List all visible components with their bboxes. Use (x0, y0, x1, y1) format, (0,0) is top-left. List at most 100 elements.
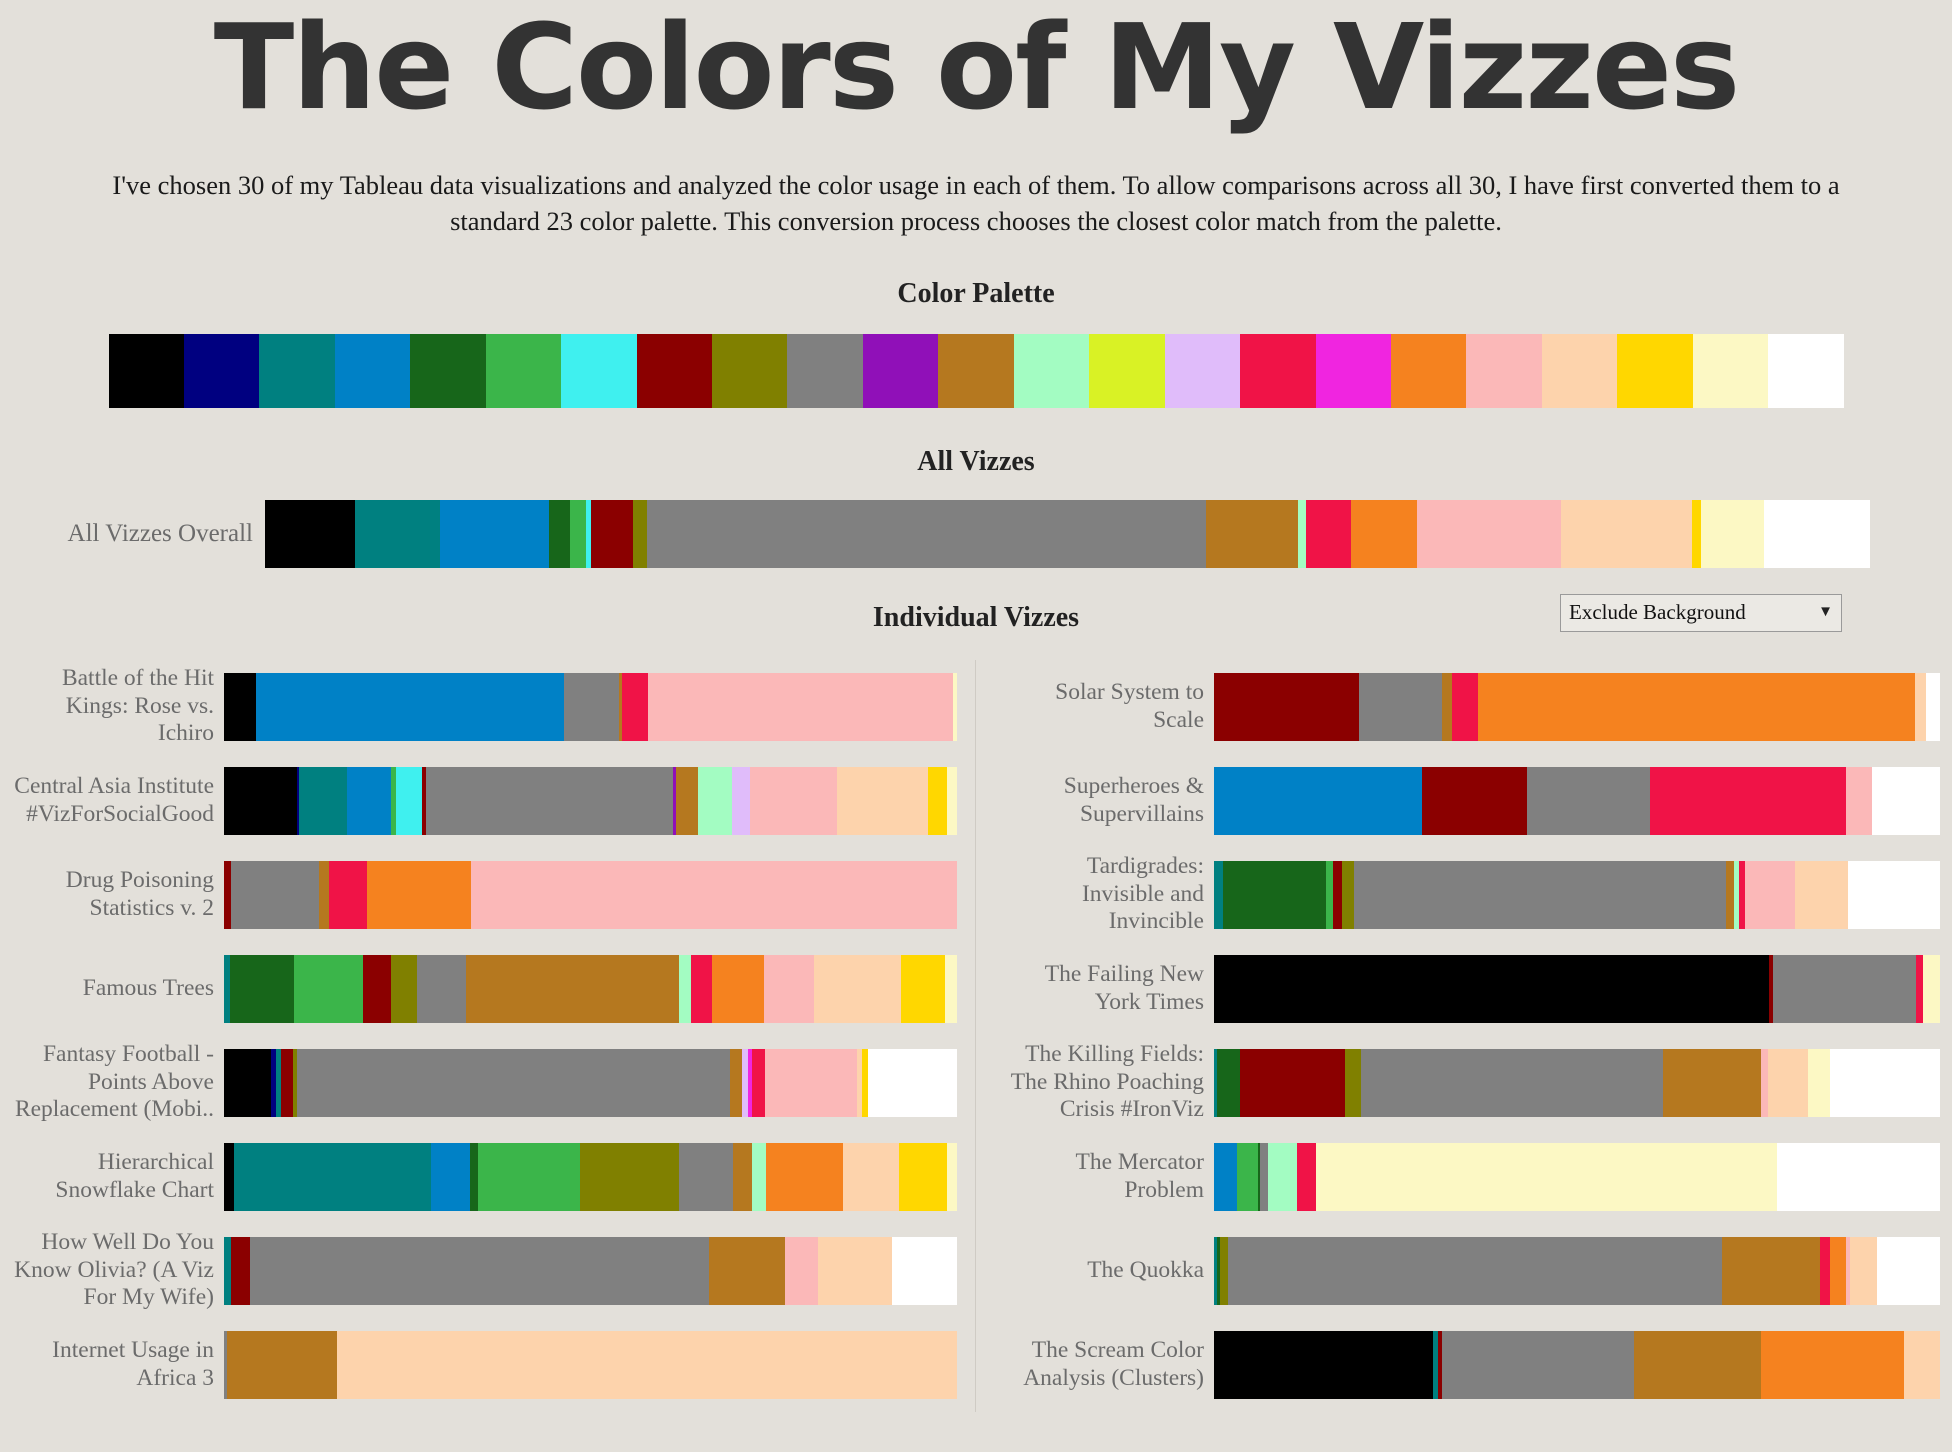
viz-stacked-bar[interactable] (224, 1236, 957, 1305)
bar-segment[interactable] (256, 672, 565, 741)
palette-swatch-cream[interactable] (1692, 333, 1769, 408)
bar-segment[interactable] (265, 499, 355, 568)
bar-segment[interactable] (1341, 860, 1355, 929)
palette-swatch-black[interactable] (108, 333, 184, 408)
bar-segment[interactable] (564, 672, 620, 741)
bar-segment[interactable] (1903, 1330, 1940, 1399)
palette-swatch-gold[interactable] (1617, 333, 1693, 408)
bar-segment[interactable] (234, 1142, 431, 1211)
palette-swatch-mint[interactable] (1013, 333, 1090, 408)
bar-segment[interactable] (647, 499, 1207, 568)
bar-segment[interactable] (296, 1048, 730, 1117)
bar-segment[interactable] (336, 1330, 957, 1399)
palette-swatch-orange[interactable] (1390, 333, 1467, 408)
viz-stacked-bar[interactable] (1214, 672, 1940, 741)
bar-segment[interactable] (1926, 672, 1940, 741)
bar-segment[interactable] (319, 860, 329, 929)
bar-segment[interactable] (1306, 499, 1351, 568)
bar-segment[interactable] (224, 860, 232, 929)
bar-segment[interactable] (477, 1142, 581, 1211)
bar-segment[interactable] (470, 1142, 478, 1211)
bar-segment[interactable] (1206, 499, 1298, 568)
bar-segment[interactable] (899, 1142, 947, 1211)
bar-segment[interactable] (294, 954, 364, 1023)
bar-segment[interactable] (765, 1142, 843, 1211)
bar-segment[interactable] (711, 954, 764, 1023)
bar-segment[interactable] (1923, 954, 1940, 1023)
bar-segment[interactable] (470, 860, 957, 929)
bar-segment[interactable] (1914, 672, 1927, 741)
bar-segment[interactable] (698, 766, 732, 835)
all-vizzes-stacked-bar[interactable] (265, 499, 1870, 568)
bar-segment[interactable] (868, 1048, 957, 1117)
bar-segment[interactable] (1297, 499, 1306, 568)
viz-stacked-bar[interactable] (224, 672, 957, 741)
palette-swatch-brown[interactable] (938, 333, 1014, 408)
palette-swatch-light-violet[interactable] (1164, 333, 1241, 408)
bar-segment[interactable] (732, 1142, 752, 1211)
bar-segment[interactable] (366, 860, 471, 929)
bar-segment[interactable] (1296, 1142, 1316, 1211)
bar-segment[interactable] (1745, 860, 1795, 929)
viz-stacked-bar[interactable] (1214, 1142, 1940, 1211)
bar-segment[interactable] (1240, 1048, 1346, 1117)
viz-stacked-bar[interactable] (224, 860, 957, 929)
viz-stacked-bar[interactable] (224, 1048, 957, 1117)
bar-segment[interactable] (813, 954, 902, 1023)
bar-segment[interactable] (426, 766, 673, 835)
bar-segment[interactable] (1441, 1330, 1635, 1399)
viz-stacked-bar[interactable] (1214, 1236, 1940, 1305)
bar-segment[interactable] (1478, 672, 1915, 741)
bar-segment[interactable] (580, 1142, 680, 1211)
bar-segment[interactable] (953, 672, 957, 741)
bar-segment[interactable] (280, 1048, 293, 1117)
bar-segment[interactable] (1763, 499, 1870, 568)
bar-segment[interactable] (928, 766, 948, 835)
bar-segment[interactable] (1216, 1048, 1241, 1117)
bar-segment[interactable] (224, 1142, 235, 1211)
viz-stacked-bar[interactable] (1214, 954, 1940, 1023)
bar-segment[interactable] (1877, 1236, 1940, 1305)
bar-segment[interactable] (1237, 1142, 1258, 1211)
bar-segment[interactable] (1662, 1048, 1761, 1117)
bar-segment[interactable] (648, 672, 954, 741)
viz-stacked-bar[interactable] (224, 954, 957, 1023)
viz-stacked-bar[interactable] (224, 1142, 957, 1211)
viz-stacked-bar[interactable] (1214, 1048, 1940, 1117)
bar-segment[interactable] (224, 1048, 272, 1117)
bar-segment[interactable] (1871, 766, 1940, 835)
palette-swatch-gray[interactable] (787, 333, 863, 408)
bar-segment[interactable] (1315, 1142, 1777, 1211)
bar-segment[interactable] (440, 499, 550, 568)
bar-segment[interactable] (861, 1048, 869, 1117)
bar-segment[interactable] (1807, 1048, 1830, 1117)
bar-segment[interactable] (842, 1142, 900, 1211)
bar-segment[interactable] (1359, 672, 1442, 741)
bar-segment[interactable] (750, 766, 837, 835)
palette-swatch-peach[interactable] (1541, 333, 1618, 408)
bar-segment[interactable] (1267, 1142, 1297, 1211)
background-filter-select[interactable]: Exclude Background ▼ (1560, 593, 1842, 632)
bar-segment[interactable] (1214, 766, 1422, 835)
palette-swatch-yellow-green[interactable] (1089, 333, 1165, 408)
bar-segment[interactable] (751, 1142, 766, 1211)
bar-segment[interactable] (818, 1236, 892, 1305)
bar-segment[interactable] (1847, 860, 1940, 929)
bar-segment[interactable] (901, 954, 945, 1023)
bar-segment[interactable] (1776, 1142, 1940, 1211)
bar-segment[interactable] (570, 499, 587, 568)
bar-segment[interactable] (891, 1236, 957, 1305)
bar-segment[interactable] (328, 860, 367, 929)
bar-segment[interactable] (347, 766, 392, 835)
bar-segment[interactable] (299, 766, 348, 835)
palette-swatch-dark-red[interactable] (636, 333, 712, 408)
bar-segment[interactable] (1222, 860, 1326, 929)
chevron-down-icon[interactable]: ▼ (1814, 604, 1833, 621)
bar-segment[interactable] (430, 1142, 471, 1211)
bar-segment[interactable] (354, 499, 441, 568)
palette-swatch-blue[interactable] (334, 333, 411, 408)
bar-segment[interactable] (1214, 672, 1360, 741)
viz-stacked-bar[interactable] (224, 766, 957, 835)
bar-segment[interactable] (1794, 860, 1848, 929)
bar-segment[interactable] (1421, 766, 1527, 835)
